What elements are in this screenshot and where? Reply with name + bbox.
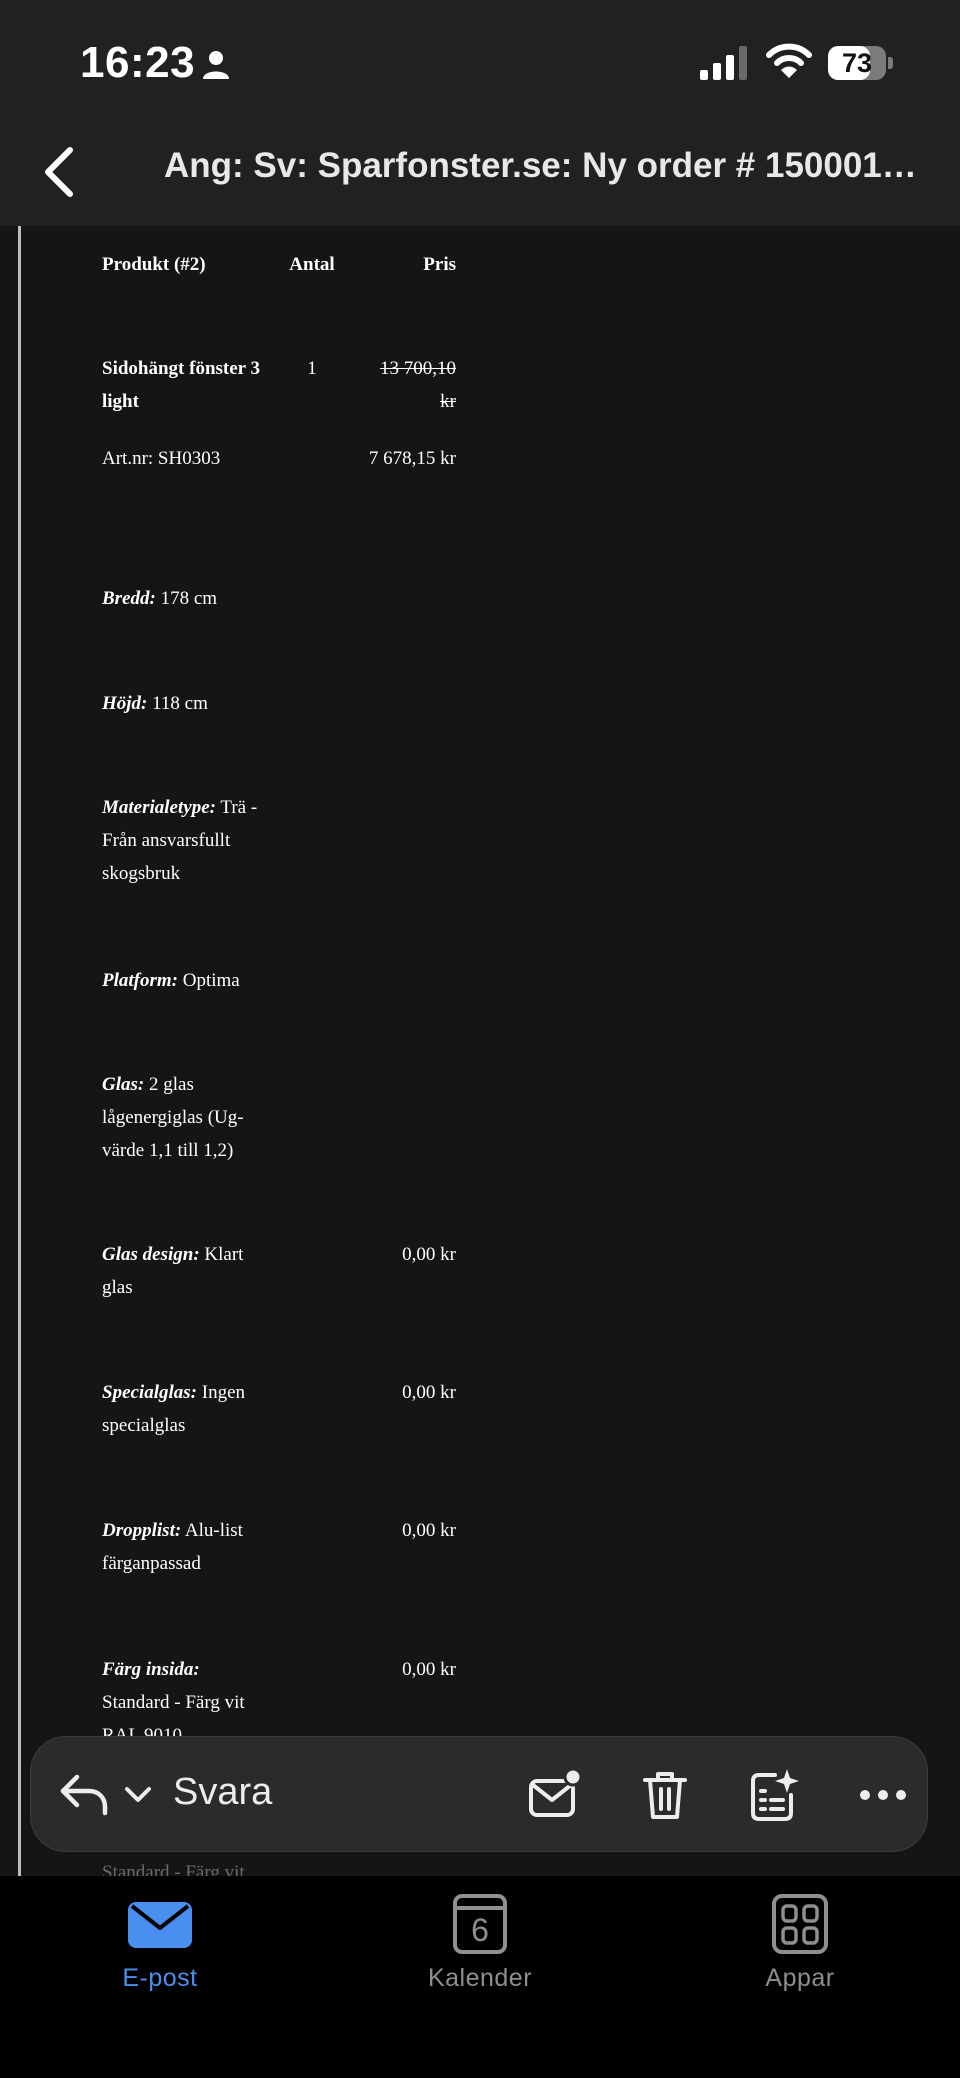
product-old-price: 13 700,10 kr xyxy=(380,358,456,412)
battery-cap xyxy=(888,57,893,69)
product-art-nr: Art.nr: SH0303 xyxy=(102,448,221,469)
header-product: Produkt (#2) xyxy=(102,254,206,275)
reply-icon[interactable] xyxy=(59,1771,109,1817)
option-partial-text: Standard - Färg vit xyxy=(102,1862,245,1876)
reply-toolbar: Svara xyxy=(30,1736,928,1852)
mark-unread-icon[interactable] xyxy=(527,1767,583,1823)
option-value: Optima xyxy=(182,970,240,991)
header-qty: Antal xyxy=(289,254,335,275)
quote-bar xyxy=(18,226,21,1876)
option-label: Glas: xyxy=(102,1074,145,1095)
option-price: 0,00 kr xyxy=(402,1520,456,1541)
option-value: 118 cm xyxy=(152,693,208,714)
message-header: Ang: Sv: Sparfonster.se: Ny order # 1500… xyxy=(0,120,960,226)
product-qty: 1 xyxy=(307,358,317,379)
option-bredd: Bredd: 178 cm xyxy=(102,582,262,615)
status-time: 16:23 xyxy=(80,38,196,87)
reply-button[interactable]: Svara xyxy=(173,1771,272,1814)
product-name: Sidohängt fönster 3 light xyxy=(102,358,261,412)
option-glas: Glas: 2 glas lågenergiglas (Ug-värde 1,1… xyxy=(102,1068,262,1167)
more-options-icon[interactable] xyxy=(855,1767,911,1823)
cellular-signal-icon xyxy=(700,46,747,80)
calendar-icon: 6 xyxy=(446,1894,514,1956)
calendar-day: 6 xyxy=(471,1912,489,1948)
option-label: Färg insida: xyxy=(102,1659,200,1680)
battery-indicator: 73 xyxy=(828,46,894,80)
option-hojd: Höjd: 118 cm xyxy=(102,687,262,720)
battery-level: 73 xyxy=(841,48,873,78)
option-label: Höjd: xyxy=(102,693,148,714)
mail-icon xyxy=(128,1902,192,1948)
tab-bar: E-post 6 Kalender Appar xyxy=(0,1876,960,2078)
option-label: Glas design: xyxy=(102,1244,200,1265)
summarize-sparkle-icon[interactable] xyxy=(745,1767,801,1823)
battery-body: 73 xyxy=(828,46,886,80)
option-price: 0,00 kr xyxy=(402,1382,456,1403)
option-value: 178 cm xyxy=(160,588,218,609)
tab-email[interactable]: E-post xyxy=(0,1876,320,2078)
option-label: Specialglas: xyxy=(102,1382,197,1403)
tab-label: E-post xyxy=(122,1964,198,1992)
tab-label: Appar xyxy=(765,1964,835,1992)
tab-calendar[interactable]: 6 Kalender xyxy=(320,1876,640,2078)
person-icon xyxy=(203,51,229,79)
wifi-icon xyxy=(766,43,812,78)
option-price: 0,00 kr xyxy=(402,1244,456,1265)
option-platform: Platform: Optima xyxy=(102,964,262,997)
option-price: 0,00 kr xyxy=(402,1659,456,1680)
option-label: Platform: xyxy=(102,970,178,991)
header-price: Pris xyxy=(423,254,456,275)
option-glas-design: Glas design: Klart glas xyxy=(102,1238,262,1304)
back-chevron-icon[interactable] xyxy=(40,142,80,202)
option-dropplist: Dropplist: Alu-list färganpassad xyxy=(102,1514,262,1580)
option-label: Materialetype: xyxy=(102,797,216,818)
email-body[interactable]: Produkt (#2) Antal Pris Sidohängt fönste… xyxy=(0,226,960,1876)
option-specialglas: Specialglas: Ingen specialglas xyxy=(102,1376,262,1442)
tab-apps[interactable]: Appar xyxy=(640,1876,960,2078)
apps-grid-icon xyxy=(772,1894,828,1954)
option-materialetype: Materialetype: Trä - Från ansvarsfullt s… xyxy=(102,791,262,890)
status-bar: 16:23 73 xyxy=(0,0,960,120)
trash-icon[interactable] xyxy=(637,1767,693,1823)
message-subject: Ang: Sv: Sparfonster.se: Ny order # 1500… xyxy=(164,146,924,185)
product-new-price: 7 678,15 kr xyxy=(368,448,456,469)
option-label: Dropplist: xyxy=(102,1520,182,1541)
chevron-down-icon[interactable] xyxy=(123,1781,153,1807)
option-label: Bredd: xyxy=(102,588,156,609)
tab-label: Kalender xyxy=(427,1964,533,1992)
